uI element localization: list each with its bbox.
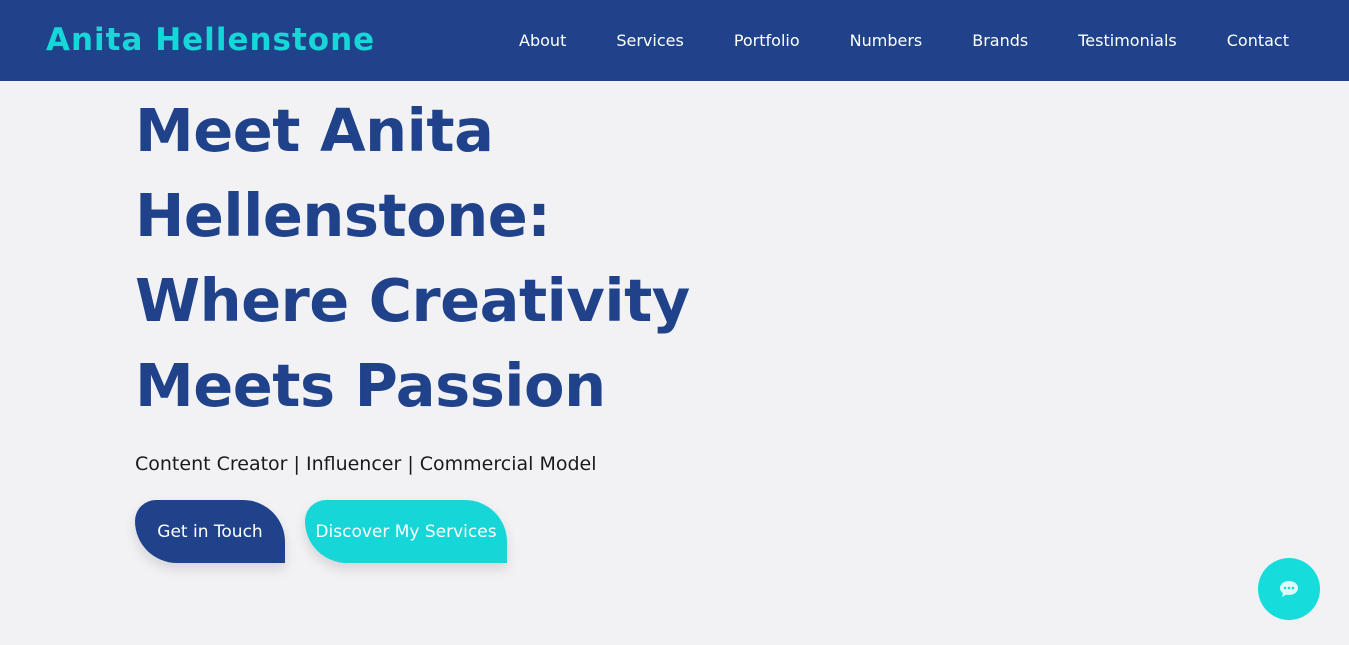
top-navbar: Anita Hellenstone About Services Portfol… — [0, 0, 1349, 81]
nav-link-numbers[interactable]: Numbers — [850, 31, 923, 50]
chat-bubble-icon — [1280, 581, 1298, 597]
chat-button[interactable] — [1258, 558, 1320, 620]
discover-services-button[interactable]: Discover My Services — [305, 500, 507, 563]
brand-logo[interactable]: Anita Hellenstone — [46, 22, 375, 58]
hero-section: Meet Anita Hellenstone: Where Creativity… — [135, 88, 775, 475]
cta-buttons: Get in Touch Discover My Services — [135, 500, 507, 563]
get-in-touch-button[interactable]: Get in Touch — [135, 500, 285, 563]
main-navigation: About Services Portfolio Numbers Brands … — [469, 31, 1289, 50]
nav-link-services[interactable]: Services — [616, 31, 683, 50]
hero-title: Meet Anita Hellenstone: Where Creativity… — [135, 96, 690, 420]
nav-link-brands[interactable]: Brands — [972, 31, 1028, 50]
hero-subtitle: Content Creator | Influencer | Commercia… — [135, 453, 597, 475]
nav-link-about[interactable]: About — [519, 31, 566, 50]
nav-link-contact[interactable]: Contact — [1227, 31, 1289, 50]
nav-link-portfolio[interactable]: Portfolio — [734, 31, 800, 50]
nav-link-testimonials[interactable]: Testimonials — [1078, 31, 1177, 50]
